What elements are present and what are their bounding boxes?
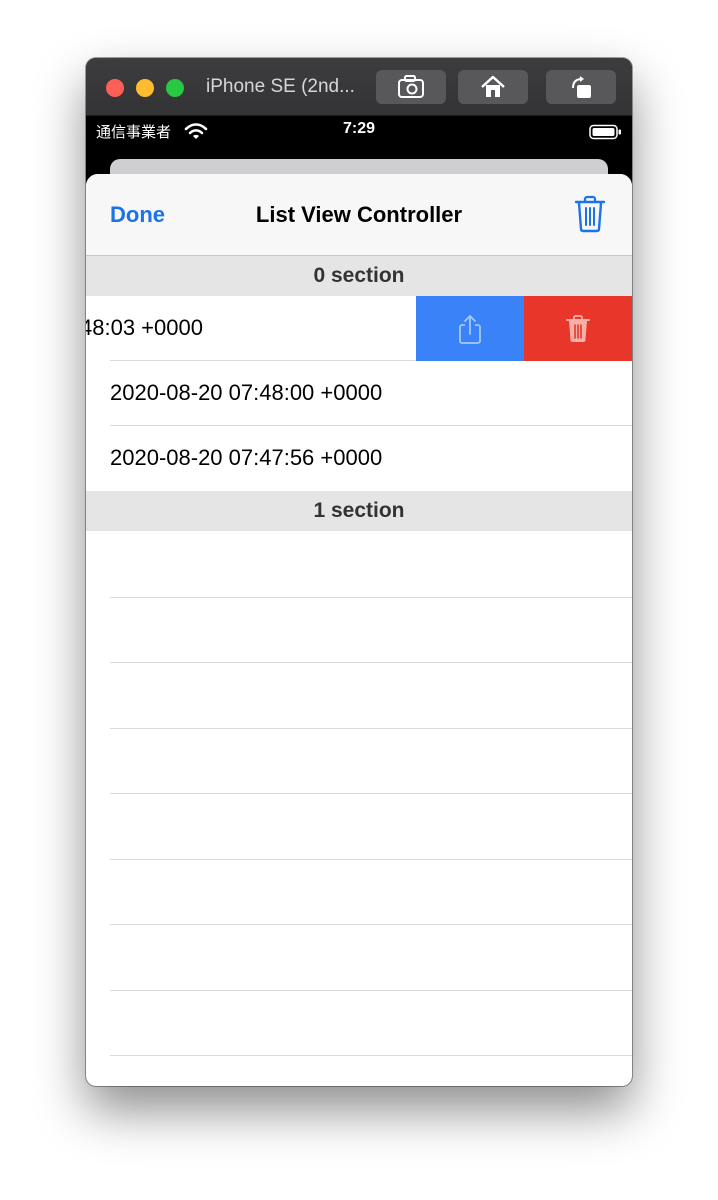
window-titlebar: iPhone SE (2nd... xyxy=(86,58,632,116)
table-row[interactable]: 2020-08-20 07:47:56 +0000 xyxy=(86,426,632,491)
row-label: 2020-08-20 07:48:00 +0000 xyxy=(110,380,383,405)
zoom-window-button[interactable] xyxy=(166,79,184,97)
window-title: iPhone SE (2nd... xyxy=(206,76,355,97)
row-label: 2020-08-20 07:47:56 +0000 xyxy=(110,445,383,470)
empty-row-separator xyxy=(110,662,632,663)
modal-sheet: Done List View Controller 0 section 48:0… xyxy=(86,174,632,1086)
rotate-button[interactable] xyxy=(546,70,616,104)
simulator-window: iPhone SE (2nd... 通信事業者 7:29 Done List V… xyxy=(86,58,632,1086)
trash-icon xyxy=(566,314,590,342)
empty-row-separator xyxy=(110,597,632,598)
screenshot-icon xyxy=(398,75,424,98)
home-button[interactable] xyxy=(458,70,528,104)
minimize-window-button[interactable] xyxy=(136,79,154,97)
home-icon xyxy=(481,75,505,97)
close-window-button[interactable] xyxy=(106,79,124,97)
empty-row-separator xyxy=(110,924,632,925)
empty-row-separator xyxy=(110,728,632,729)
status-time: 7:29 xyxy=(342,120,376,137)
status-bar: 通信事業者 7:29 xyxy=(86,116,632,146)
empty-row-separator xyxy=(110,990,632,991)
trash-button[interactable] xyxy=(572,194,608,239)
delete-action-button[interactable] xyxy=(524,296,632,361)
screenshot-button[interactable] xyxy=(376,70,446,104)
battery-icon xyxy=(589,124,621,140)
share-icon xyxy=(459,314,481,344)
empty-row-separator xyxy=(110,1055,632,1056)
empty-row-separator xyxy=(110,793,632,794)
navigation-bar: Done List View Controller xyxy=(86,174,632,256)
row-label: 48:03 +0000 xyxy=(86,315,203,340)
screen: iPhone SE (2nd... 通信事業者 7:29 Done List V… xyxy=(0,0,718,1200)
section-header: 1 section xyxy=(86,491,632,531)
trash-icon xyxy=(574,195,606,233)
nav-title: List View Controller xyxy=(255,202,463,227)
table-row[interactable]: 2020-08-20 07:48:00 +0000 xyxy=(86,361,632,426)
rotate-icon xyxy=(572,76,591,98)
empty-row-separator xyxy=(110,859,632,860)
share-action-button[interactable] xyxy=(416,296,524,361)
section-header: 0 section xyxy=(86,256,632,296)
table-row-swiped[interactable]: 48:03 +0000 xyxy=(86,296,632,361)
